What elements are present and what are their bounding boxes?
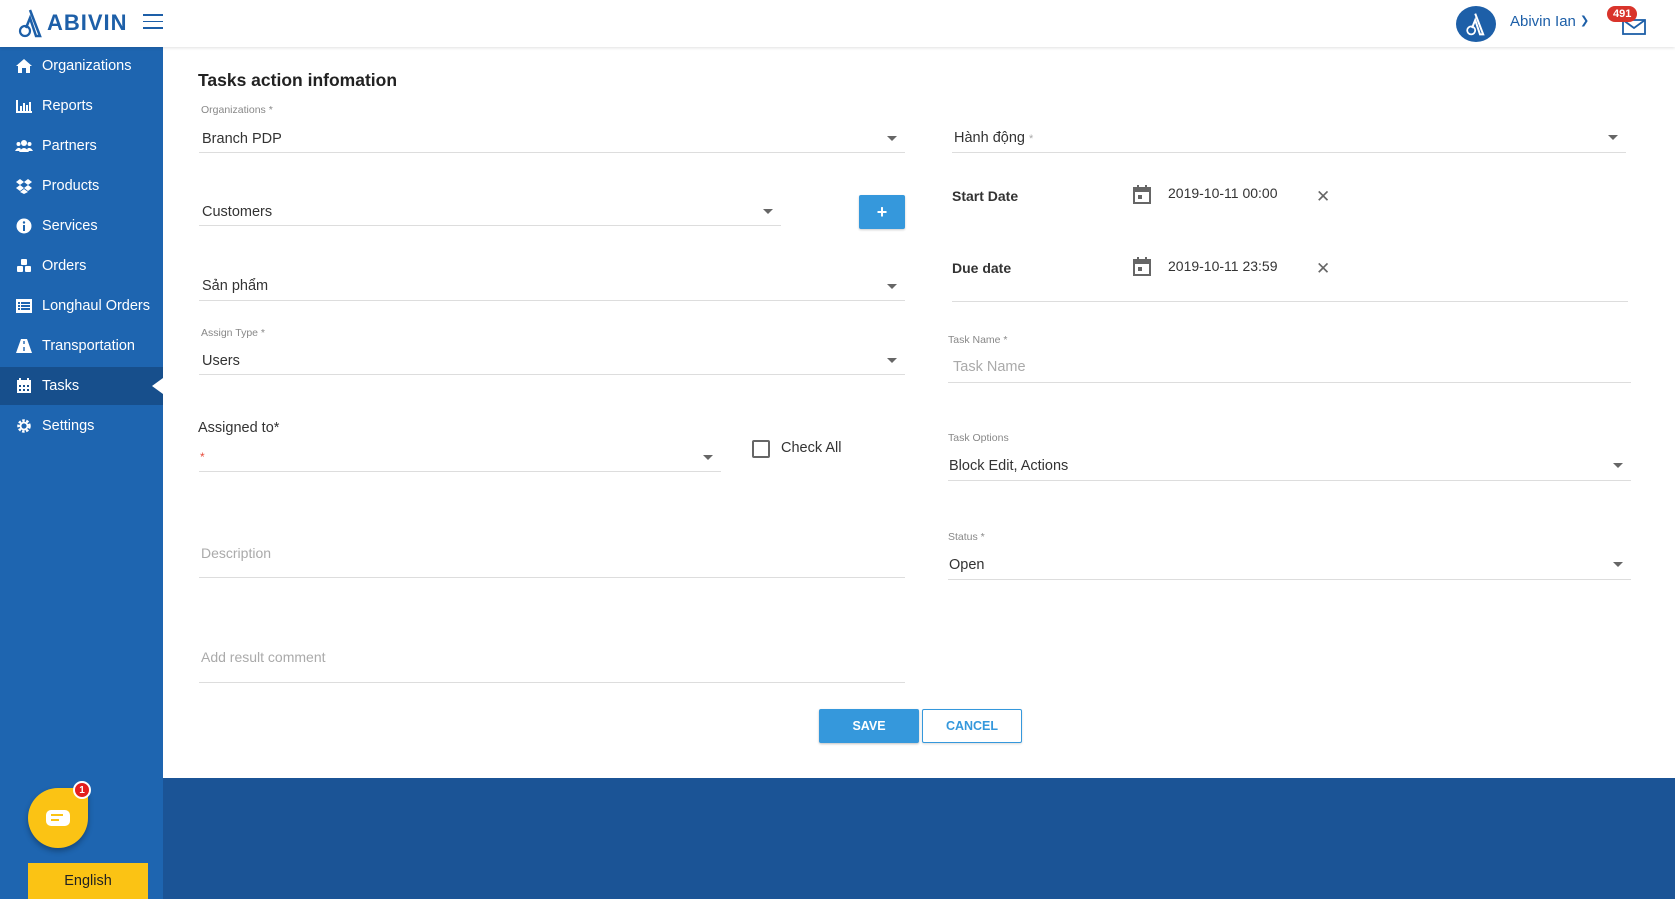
products-underline bbox=[199, 300, 905, 301]
sidebar-item-longhaul-orders[interactable]: Longhaul Orders bbox=[0, 287, 163, 325]
sidebar-item-transportation[interactable]: Transportation bbox=[0, 327, 163, 365]
users-icon bbox=[14, 138, 33, 154]
start-date-input[interactable]: 2019-10-11 00:00 bbox=[1168, 185, 1278, 201]
sidebar-item-services[interactable]: Services bbox=[0, 207, 163, 245]
start-date-calendar-icon[interactable] bbox=[1133, 185, 1151, 204]
assigned-to-underline bbox=[199, 471, 721, 472]
customers-caret-icon[interactable] bbox=[763, 209, 773, 214]
chat-badge: 1 bbox=[73, 781, 91, 799]
organizations-select[interactable]: Branch PDP bbox=[202, 131, 282, 147]
gear-icon bbox=[14, 418, 33, 434]
start-date-clear-icon[interactable]: ✕ bbox=[1316, 187, 1330, 207]
assigned-to-caret-icon[interactable] bbox=[703, 455, 713, 460]
assigned-to-label: Assigned to* bbox=[198, 420, 280, 436]
sidebar-item-label: Tasks bbox=[42, 378, 80, 394]
user-avatar[interactable] bbox=[1456, 6, 1496, 42]
status-caret-icon[interactable] bbox=[1613, 562, 1623, 567]
sidebar-item-orders[interactable]: Orders bbox=[0, 247, 163, 285]
organizations-underline bbox=[199, 152, 905, 153]
description-input[interactable]: Description bbox=[201, 545, 271, 561]
sidebar-item-label: Orders bbox=[42, 258, 87, 274]
abivin-avatar-icon bbox=[1466, 13, 1485, 36]
customers-underline bbox=[199, 225, 781, 226]
products-caret-icon[interactable] bbox=[887, 284, 897, 289]
sidebar-item-label: Products bbox=[42, 178, 100, 194]
top-bar: ABIVIN Abivin Ian ❯ 491 bbox=[0, 0, 1675, 47]
organizations-caret-icon[interactable] bbox=[887, 136, 897, 141]
task-options-select[interactable]: Block Edit, Actions bbox=[949, 458, 1068, 474]
menu-toggle-icon[interactable] bbox=[143, 14, 163, 30]
save-button[interactable]: SAVE bbox=[819, 709, 919, 743]
language-button[interactable]: English bbox=[28, 863, 148, 899]
logo[interactable]: ABIVIN bbox=[18, 8, 128, 38]
list-icon bbox=[14, 298, 33, 314]
assign-type-label: Assign Type * bbox=[201, 327, 266, 339]
due-date-calendar-icon[interactable] bbox=[1133, 257, 1151, 276]
organizations-label: Organizations * bbox=[201, 104, 273, 116]
sidebar-item-organizations[interactable]: Organizations bbox=[0, 47, 163, 85]
chat-icon bbox=[46, 810, 70, 826]
sidebar-item-label: Longhaul Orders bbox=[42, 298, 151, 314]
add-customer-button[interactable]: + bbox=[859, 195, 905, 229]
chevron-down-icon[interactable]: ❯ bbox=[1580, 14, 1589, 27]
check-all-checkbox[interactable] bbox=[752, 440, 770, 458]
description-underline bbox=[199, 577, 905, 578]
assigned-to-select[interactable]: * bbox=[200, 450, 205, 464]
sidebar-item-settings[interactable]: Settings bbox=[0, 407, 163, 445]
sidebar-item-label: Transportation bbox=[42, 338, 135, 354]
status-select[interactable]: Open bbox=[949, 557, 984, 573]
dates-divider bbox=[952, 301, 1628, 302]
home-icon bbox=[14, 58, 33, 74]
info-circle-icon bbox=[14, 218, 33, 234]
sidebar-item-products[interactable]: Products bbox=[0, 167, 163, 205]
cubes-icon bbox=[14, 258, 33, 274]
calendar-icon bbox=[14, 378, 33, 394]
status-underline bbox=[948, 579, 1631, 580]
page-title: Tasks action infomation bbox=[198, 70, 398, 90]
action-required-mark: * bbox=[1028, 133, 1034, 145]
footer-band bbox=[163, 778, 1675, 899]
customers-select[interactable]: Customers bbox=[202, 204, 272, 220]
result-comment-underline bbox=[199, 682, 905, 683]
sidebar-item-label: Partners bbox=[42, 138, 97, 154]
products-select[interactable]: Sản phẩm bbox=[202, 278, 268, 294]
dropbox-icon bbox=[14, 178, 33, 194]
brand-name: ABIVIN bbox=[47, 10, 128, 35]
mail-count-badge: 491 bbox=[1607, 6, 1638, 22]
sidebar-item-reports[interactable]: Reports bbox=[0, 87, 163, 125]
sidebar-item-partners[interactable]: Partners bbox=[0, 127, 163, 165]
task-options-underline bbox=[948, 480, 1631, 481]
sidebar-item-label: Organizations bbox=[42, 58, 132, 74]
assign-type-select[interactable]: Users bbox=[202, 353, 240, 369]
start-date-label: Start Date bbox=[952, 188, 1019, 204]
result-comment-input[interactable]: Add result comment bbox=[201, 649, 326, 665]
sidebar: Organizations Reports Partners Products … bbox=[0, 47, 163, 899]
due-date-label: Due date bbox=[952, 260, 1012, 276]
check-all-label[interactable]: Check All bbox=[781, 440, 841, 456]
sidebar-item-label: Settings bbox=[42, 418, 95, 434]
sidebar-item-tasks[interactable]: Tasks bbox=[0, 367, 163, 405]
task-name-underline bbox=[948, 382, 1631, 383]
task-options-caret-icon[interactable] bbox=[1613, 463, 1623, 468]
due-date-input[interactable]: 2019-10-11 23:59 bbox=[1168, 258, 1278, 274]
action-select[interactable]: Hành động * bbox=[954, 130, 1033, 146]
assign-type-underline bbox=[199, 374, 905, 375]
sidebar-item-label: Reports bbox=[42, 98, 93, 114]
task-options-label: Task Options bbox=[948, 432, 1009, 444]
task-name-label: Task Name * bbox=[948, 334, 1008, 346]
sidebar-item-label: Services bbox=[42, 218, 98, 234]
action-underline bbox=[952, 152, 1626, 153]
assign-type-caret-icon[interactable] bbox=[887, 358, 897, 363]
bar-chart-icon bbox=[14, 98, 33, 114]
status-label: Status * bbox=[948, 531, 985, 543]
user-name[interactable]: Abivin Ian bbox=[1510, 13, 1576, 30]
due-date-clear-icon[interactable]: ✕ bbox=[1316, 259, 1330, 279]
task-name-input[interactable]: Task Name bbox=[953, 359, 1026, 375]
road-icon bbox=[14, 338, 33, 354]
cancel-button[interactable]: CANCEL bbox=[922, 709, 1022, 743]
action-placeholder: Hành động bbox=[954, 130, 1025, 146]
action-caret-icon[interactable] bbox=[1608, 135, 1618, 140]
abivin-logo-icon bbox=[18, 9, 42, 38]
